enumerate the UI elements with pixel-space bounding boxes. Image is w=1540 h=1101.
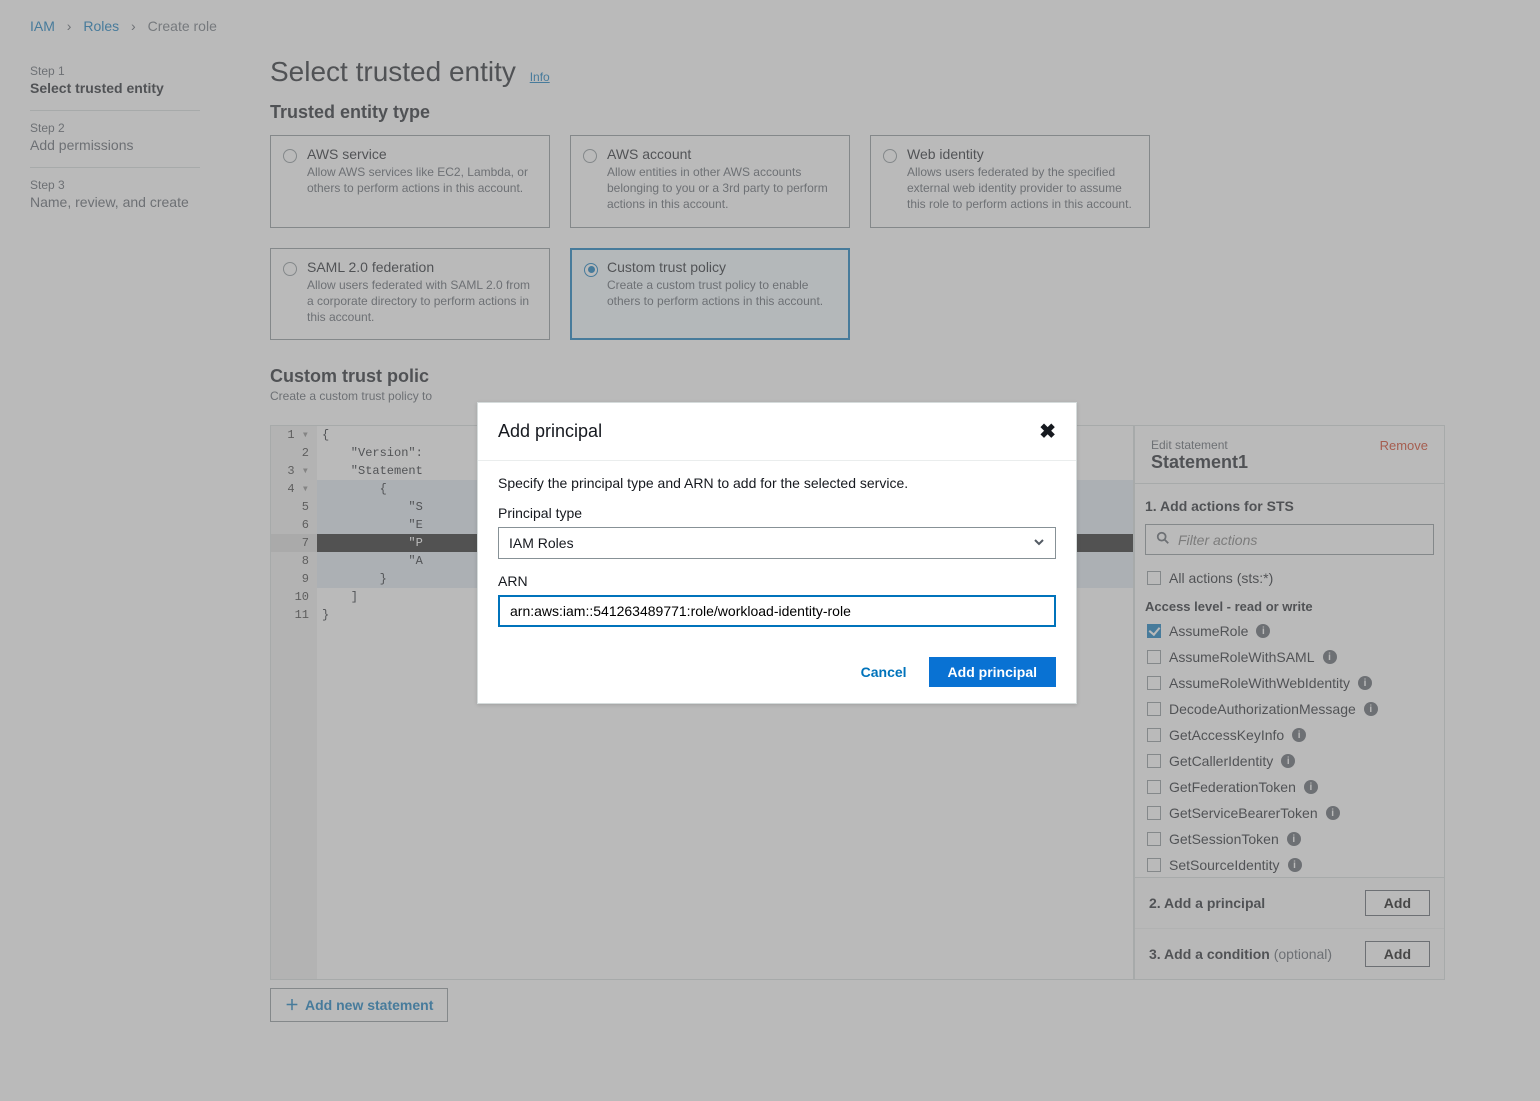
arn-input[interactable]	[498, 595, 1056, 627]
cancel-button[interactable]: Cancel	[851, 657, 917, 687]
chevron-down-icon	[1033, 535, 1045, 551]
modal-desc: Specify the principal type and ARN to ad…	[498, 475, 1056, 491]
principal-type-select[interactable]: IAM Roles	[498, 527, 1056, 559]
add-principal-modal: Add principal ✖ Specify the principal ty…	[477, 402, 1077, 704]
close-icon[interactable]: ✖	[1039, 419, 1056, 444]
add-principal-button[interactable]: Add principal	[929, 657, 1056, 687]
arn-label: ARN	[498, 573, 1056, 589]
principal-type-label: Principal type	[498, 505, 1056, 521]
select-value: IAM Roles	[509, 535, 574, 551]
modal-title: Add principal	[498, 421, 602, 442]
